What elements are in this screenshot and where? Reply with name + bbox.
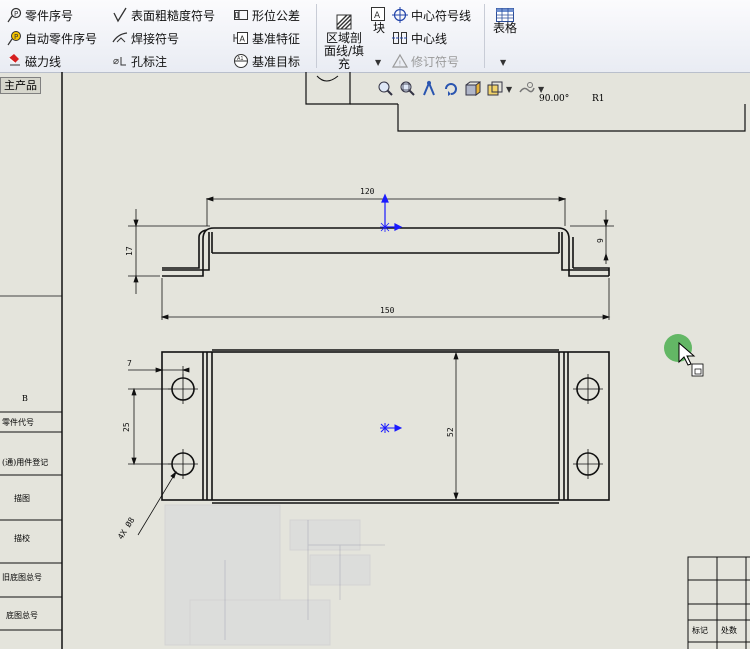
left-table-row: (通)用件登记 [2, 458, 49, 467]
svg-text:A: A [240, 35, 246, 44]
dim-52: 52 [446, 427, 455, 437]
table-icon [496, 8, 514, 22]
origin-marker-icon [380, 193, 403, 232]
table-button[interactable]: 表格 [491, 8, 519, 42]
weld-symbol-button[interactable]: 焊接符号 [112, 29, 179, 47]
datum-feature-icon: A [233, 30, 249, 46]
annotation-toolbar: P 零件序号 P 自动零件序号 磁力线 表面粗糙度符号 焊接符号 ⌀ 孔标注 形… [0, 0, 750, 73]
dim-9: 9 [596, 238, 605, 243]
left-table-row: 旧底图总号 [2, 573, 42, 582]
dim-7: 7 [127, 359, 132, 368]
svg-text:⌀: ⌀ [113, 56, 119, 67]
origin-marker-icon [380, 423, 403, 433]
weld-symbol-label: 焊接符号 [131, 31, 180, 46]
svg-text:A: A [374, 11, 381, 21]
area-hatch-label: 区域剖面线/填充 [323, 31, 365, 71]
svg-text:P: P [14, 33, 18, 41]
left-table-row: 底图总号 [6, 611, 38, 620]
dim-25: 25 [122, 422, 131, 432]
scene-icon[interactable] [518, 80, 536, 98]
table-label: 表格 [492, 21, 517, 35]
radius-note: R1 [592, 94, 605, 104]
datum-target-button[interactable]: A1 基准目标 [233, 52, 300, 70]
auto-balloon-label: 自动零件序号 [25, 31, 98, 46]
svg-text:!: ! [399, 60, 402, 68]
hole-callout-button[interactable]: ⌀ 孔标注 [112, 52, 167, 70]
table-dropdown-icon[interactable]: ▼ [500, 58, 506, 67]
front-view [162, 227, 610, 277]
center-mark-label: 中心符号线 [411, 8, 472, 23]
drawing-sheet[interactable]: 120 150 17 9 7 25 52 4X Ø8 90.00° R1 B 零… [0, 72, 750, 649]
dim-17: 17 [125, 246, 134, 256]
drawing-svg: 120 150 17 9 7 25 52 4X Ø8 [0, 72, 750, 649]
balloon-label: 零件序号 [25, 8, 74, 23]
geometric-tolerance-button[interactable]: 形位公差 [233, 6, 300, 24]
block-dropdown-icon[interactable]: ▼ [375, 58, 381, 67]
auto-balloon-button[interactable]: P 自动零件序号 [6, 29, 97, 47]
magnet-icon [6, 53, 22, 69]
block-button[interactable]: A 块 [370, 6, 388, 46]
datum-target-icon: A1 [233, 53, 249, 69]
datum-target-label: 基准目标 [252, 54, 301, 69]
surface-finish-label: 表面粗糙度符号 [131, 8, 216, 23]
left-table-b: B [22, 394, 28, 403]
zoom-pan-icon[interactable] [420, 80, 438, 98]
display-style-icon[interactable] [464, 80, 482, 98]
zoom-to-area-icon[interactable] [398, 80, 416, 98]
rotate-icon[interactable] [442, 80, 460, 98]
magnetic-line-label: 磁力线 [25, 54, 62, 69]
datum-feature-button[interactable]: A 基准特征 [233, 29, 300, 47]
surface-finish-icon [112, 7, 128, 23]
block-label: 块 [372, 21, 385, 35]
heads-up-view-toolbar: ▼ ▼ [376, 80, 546, 98]
center-mark-icon [392, 7, 408, 23]
hole-callout-icon: ⌀ [112, 53, 128, 69]
zoom-to-fit-icon[interactable] [376, 80, 394, 98]
hole-callout-label: 孔标注 [131, 54, 168, 69]
left-table-row: 描图 [14, 494, 30, 503]
toolbar-separator [484, 4, 485, 68]
auto-balloon-icon: P [6, 30, 22, 46]
geometric-tolerance-icon [233, 7, 249, 23]
toolbar-separator [316, 4, 317, 68]
center-mark-button[interactable]: 中心符号线 [392, 6, 471, 24]
left-table-row: 零件代号 [2, 418, 34, 427]
dim-120: 120 [360, 187, 375, 196]
centerline-icon [392, 30, 408, 46]
area-hatch-button[interactable]: 区域剖面线/填充 [320, 14, 368, 71]
balloon-button[interactable]: P 零件序号 [6, 6, 73, 24]
datum-feature-label: 基准特征 [252, 31, 301, 46]
block-icon: A [370, 6, 386, 22]
hide-show-icon[interactable] [486, 80, 504, 98]
title-block-count: 处数 [721, 626, 737, 635]
left-table-row: 描校 [14, 534, 30, 543]
hatch-icon [336, 14, 352, 30]
magnetic-line-button[interactable]: 磁力线 [6, 52, 61, 70]
scene-dropdown-icon[interactable]: ▼ [538, 85, 544, 94]
centerline-label: 中心线 [411, 31, 448, 46]
revision-symbol-button[interactable]: ! 修订符号 [391, 52, 460, 70]
title-block-mark: 标记 [692, 626, 708, 635]
sheet-tab[interactable]: 主产品 [0, 77, 41, 94]
svg-text:P: P [14, 10, 18, 18]
revision-triangle-icon: ! [391, 53, 409, 69]
geometric-tolerance-label: 形位公差 [252, 8, 301, 23]
hole-note: 4X Ø8 [115, 515, 136, 541]
surface-finish-button[interactable]: 表面粗糙度符号 [112, 6, 215, 24]
view-dropdown-icon[interactable]: ▼ [506, 85, 512, 94]
weld-icon [112, 30, 128, 46]
centerline-button[interactable]: 中心线 [392, 29, 447, 47]
balloon-icon: P [6, 7, 22, 23]
revision-symbol-label: 修订符号 [411, 54, 460, 69]
dim-150: 150 [380, 306, 395, 315]
svg-text:A1: A1 [237, 56, 244, 62]
